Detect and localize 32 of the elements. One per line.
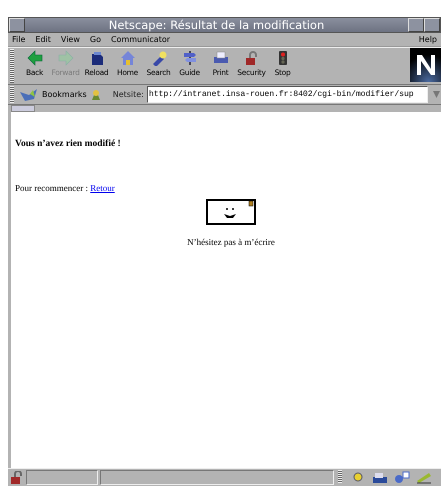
prompt-text: Pour recommencer : [15, 183, 89, 193]
inbox-icon[interactable] [372, 471, 388, 484]
window-title: Netscape: Résultat de la modification [108, 18, 326, 32]
tab-strip-handle[interactable] [11, 105, 35, 112]
back-link[interactable]: Retour [90, 183, 115, 193]
progress-field [26, 470, 98, 485]
composer-icon[interactable] [416, 471, 432, 484]
maximize-button[interactable] [424, 18, 440, 32]
message-heading: Vous n’avez rien modifié ! [15, 139, 122, 149]
menu-item[interactable]: Help [418, 35, 437, 44]
padlock-icon [10, 471, 24, 484]
menu-item[interactable]: File [12, 35, 26, 44]
smiley-envelope-drawing[interactable] [206, 199, 256, 225]
menu-item[interactable]: Edit [35, 35, 51, 44]
house-icon [120, 50, 136, 66]
search-icon [150, 50, 166, 66]
location-label: Netsite: [112, 90, 144, 99]
menu-item[interactable]: View [60, 35, 80, 44]
printer-icon [212, 50, 228, 66]
padlock-icon [244, 50, 260, 66]
arrow-icon [58, 50, 74, 66]
signpost-icon [182, 50, 198, 66]
minimize-button[interactable] [408, 18, 424, 32]
discussion-icon[interactable] [394, 471, 410, 484]
menu-item[interactable]: Go [90, 35, 101, 44]
window-menu-button[interactable] [9, 18, 25, 32]
caption-text: N’hésitez pas à m’écrire [187, 237, 275, 247]
netscape-logo [410, 48, 441, 82]
arrow-icon [26, 50, 42, 66]
menu-item[interactable]: Communicator [110, 35, 170, 44]
bookmarks-menu[interactable]: Bookmarks [42, 90, 87, 99]
url-field[interactable]: http://intranet.insa-rouen.fr:8402/cgi-bin/modifier/sup [146, 86, 428, 103]
